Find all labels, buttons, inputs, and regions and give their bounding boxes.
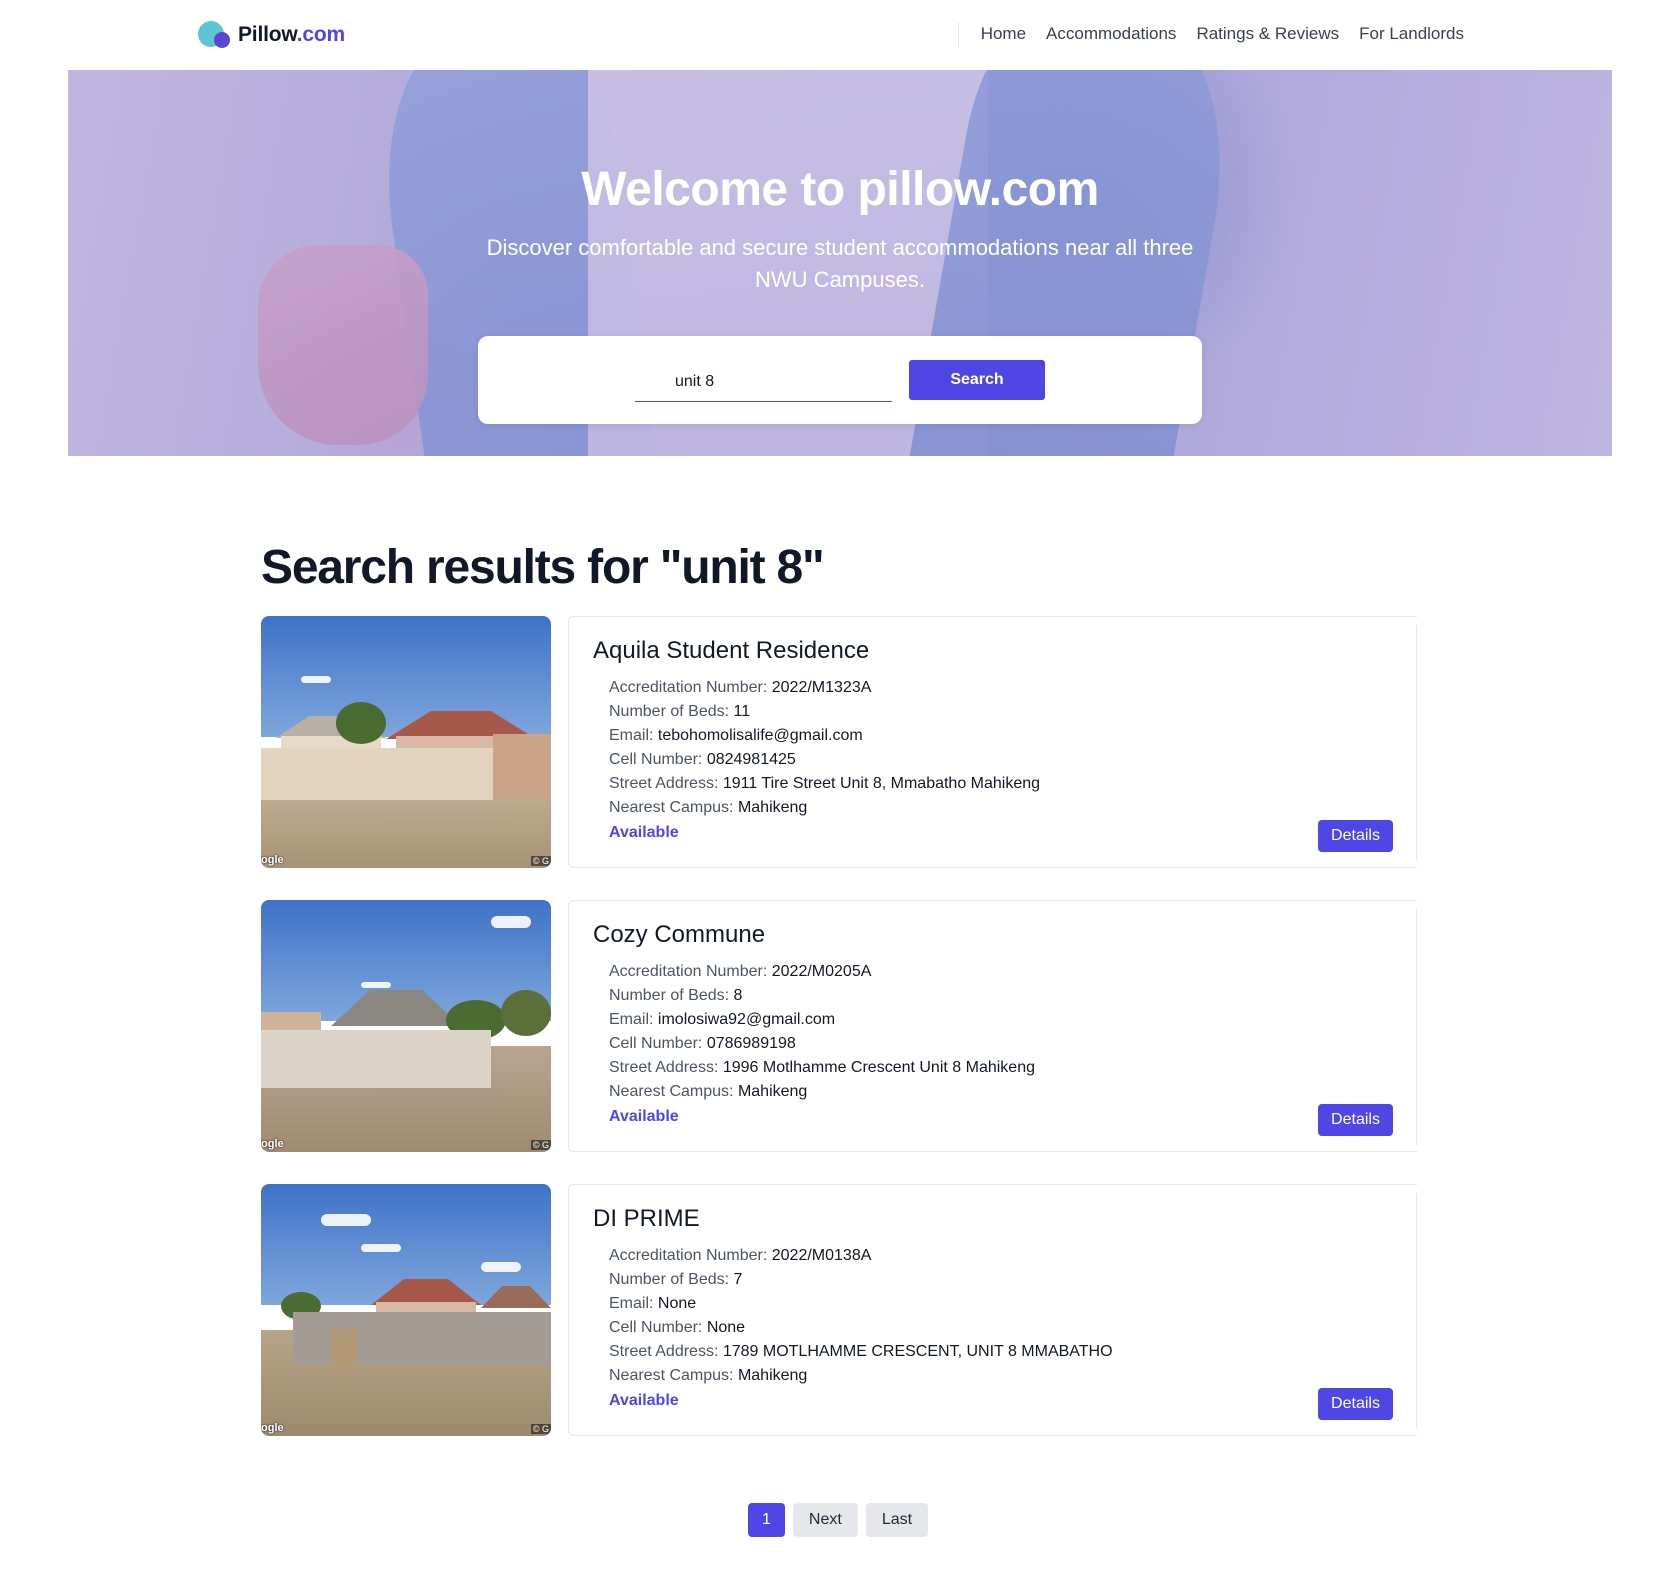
accommodation-photo[interactable]: ogle © G xyxy=(261,1184,551,1436)
image-copyright: © G xyxy=(530,1424,551,1434)
street-address: 1996 Motlhamme Crescent Unit 8 Mahikeng xyxy=(722,1059,1035,1076)
next-page-button[interactable]: Next xyxy=(792,1503,858,1537)
nearest-campus: Mahikeng xyxy=(737,1083,808,1100)
email-value: tebohomolisalife@gmail.com xyxy=(657,727,863,744)
site-logo[interactable]: Pillow.com xyxy=(198,20,345,50)
main-nav: Home Accommodations Ratings & Reviews Fo… xyxy=(961,24,1464,44)
availability-status: Available xyxy=(609,824,679,841)
accommodation-fields: Accreditation Number: 2022/M0205A Number… xyxy=(609,963,1035,1100)
details-button[interactable]: Details xyxy=(1318,820,1393,852)
image-watermark: ogle xyxy=(261,1422,284,1434)
street-address: 1911 Tire Street Unit 8, Mmabatho Mahike… xyxy=(722,775,1041,792)
result-item: ogle © G Cozy Commune Accreditation Numb… xyxy=(261,900,1417,1152)
result-item: ogle © G DI PRIME Accreditation Number: … xyxy=(261,1184,1417,1436)
logo-text: Pillow.com xyxy=(238,23,345,46)
availability-status: Available xyxy=(609,1392,679,1409)
details-button[interactable]: Details xyxy=(1318,1104,1393,1136)
availability-status: Available xyxy=(609,1108,679,1125)
number-of-beds: 8 xyxy=(733,987,743,1004)
accreditation-number: 2022/M0205A xyxy=(771,963,872,980)
image-copyright: © G xyxy=(530,856,551,866)
cell-number: 0824981425 xyxy=(706,751,796,768)
result-item: ogle © G Aquila Student Residence Accred… xyxy=(261,616,1417,868)
number-of-beds: 11 xyxy=(733,703,751,720)
accreditation-number: 2022/M0138A xyxy=(771,1247,872,1264)
nav-divider xyxy=(958,22,959,48)
accommodation-card: Aquila Student Residence Accreditation N… xyxy=(568,616,1417,868)
site-header: Pillow.com Home Accommodations Ratings &… xyxy=(0,0,1672,70)
accommodation-card: Cozy Commune Accreditation Number: 2022/… xyxy=(568,900,1417,1152)
accommodation-fields: Accreditation Number: 2022/M0138A Number… xyxy=(609,1247,1113,1384)
accommodation-photo[interactable]: ogle © G xyxy=(261,616,551,868)
pagination: 1 Next Last xyxy=(748,1503,929,1537)
nearest-campus: Mahikeng xyxy=(737,799,808,816)
page-1-button[interactable]: 1 xyxy=(748,1503,785,1537)
logo-icon xyxy=(198,20,230,50)
accommodation-name: Cozy Commune xyxy=(593,921,766,948)
image-watermark: ogle xyxy=(261,854,284,866)
accommodation-name: Aquila Student Residence xyxy=(593,637,870,664)
results-title: Search results for "unit 8" xyxy=(261,541,825,594)
cell-number: 0786989198 xyxy=(706,1035,796,1052)
image-watermark: ogle xyxy=(261,1138,284,1150)
street-address: 1789 MOTLHAMME CRESCENT, UNIT 8 MMABATHO xyxy=(722,1343,1113,1360)
accommodation-name: DI PRIME xyxy=(593,1205,700,1232)
nav-ratings-reviews[interactable]: Ratings & Reviews xyxy=(1196,24,1339,44)
image-copyright: © G xyxy=(530,1140,551,1150)
nav-accommodations[interactable]: Accommodations xyxy=(1046,24,1176,44)
hero-banner: Welcome to pillow.com Discover comfortab… xyxy=(68,70,1612,456)
nav-home[interactable]: Home xyxy=(981,24,1026,44)
accommodation-photo[interactable]: ogle © G xyxy=(261,900,551,1152)
accommodation-card: DI PRIME Accreditation Number: 2022/M013… xyxy=(568,1184,1417,1436)
nav-for-landlords[interactable]: For Landlords xyxy=(1359,24,1464,44)
cell-number: None xyxy=(706,1319,746,1336)
nearest-campus: Mahikeng xyxy=(737,1367,808,1384)
search-panel: Search xyxy=(478,336,1202,424)
email-value: None xyxy=(657,1295,697,1312)
search-button[interactable]: Search xyxy=(909,360,1045,400)
search-input[interactable] xyxy=(635,362,892,402)
hero-title: Welcome to pillow.com xyxy=(581,163,1099,216)
number-of-beds: 7 xyxy=(733,1271,743,1288)
hero-subtitle: Discover comfortable and secure student … xyxy=(486,235,1194,292)
email-value: imolosiwa92@gmail.com xyxy=(657,1011,836,1028)
details-button[interactable]: Details xyxy=(1318,1388,1393,1420)
accommodation-fields: Accreditation Number: 2022/M1323A Number… xyxy=(609,679,1041,816)
accreditation-number: 2022/M1323A xyxy=(771,679,872,696)
last-page-button[interactable]: Last xyxy=(865,1503,929,1537)
